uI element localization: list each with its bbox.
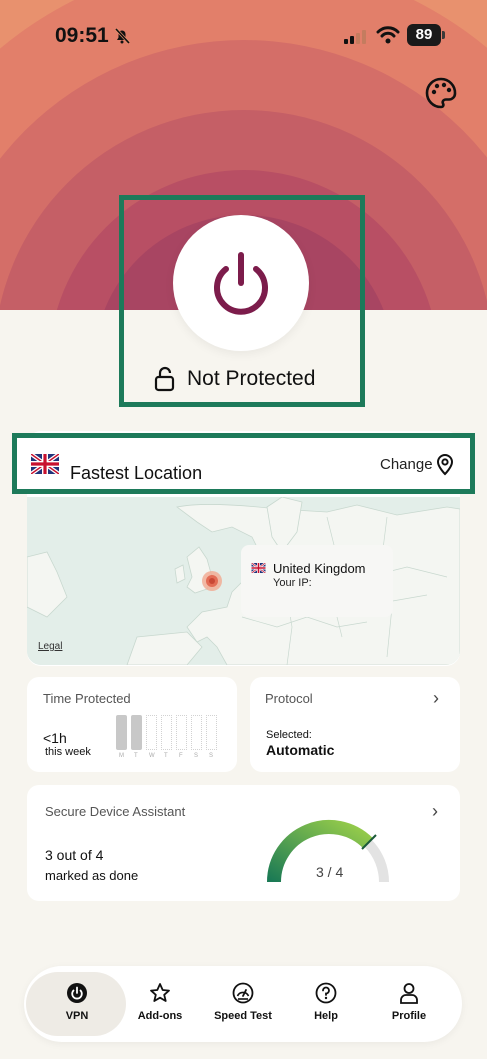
help-icon: [315, 982, 337, 1004]
change-location-link[interactable]: Change: [380, 456, 433, 473]
nav-item-vpn[interactable]: VPN: [34, 966, 120, 1042]
assistant-progress-sub: marked as done: [45, 868, 139, 883]
day-bar: [146, 715, 157, 750]
day-label: S: [194, 753, 199, 759]
protocol-title: Protocol: [265, 691, 313, 706]
day-bar: [131, 715, 142, 750]
power-icon: [67, 983, 87, 1003]
nav-label: Add-ons: [137, 1010, 183, 1022]
day-bar: [176, 715, 187, 750]
star-icon: [150, 983, 170, 1002]
day-bar: [161, 715, 172, 750]
nav-label: Profile: [391, 1010, 427, 1022]
connect-button[interactable]: [173, 215, 309, 351]
protection-status: Not Protected: [153, 366, 315, 392]
nav-label: Speed Test: [214, 1010, 272, 1022]
location-marker-icon: [202, 571, 222, 591]
person-icon: [400, 983, 418, 1004]
bell-muted-icon: [114, 27, 131, 45]
unlocked-padlock-icon: [154, 366, 175, 392]
chevron-right-icon: ›: [432, 801, 438, 821]
time-protected-value: <1h: [43, 730, 67, 746]
time-protected-period: this week: [45, 746, 91, 758]
day-label: W: [149, 753, 155, 759]
chevron-right-icon: ›: [433, 688, 439, 708]
cellular-signal-icon: [344, 30, 366, 44]
day-label: S: [209, 753, 214, 759]
map-country: United Kingdom: [273, 561, 366, 576]
time-protected-title: Time Protected: [43, 691, 131, 706]
bottom-nav: VPN Add-ons Speed Test Help Profile: [24, 966, 462, 1042]
clock-time: 09:51: [55, 24, 109, 47]
day-bar: [116, 715, 127, 750]
protocol-selected-label: Selected:: [266, 729, 312, 741]
day-label: F: [179, 753, 183, 759]
nav-item-speed-test[interactable]: Speed Test: [200, 966, 286, 1042]
battery-tip: [442, 31, 445, 39]
location-popup: [241, 545, 393, 617]
wifi-icon: [376, 26, 400, 44]
legal-link[interactable]: Legal: [38, 641, 62, 652]
power-icon: [214, 252, 268, 315]
day-bar: [191, 715, 202, 750]
speedometer-icon: [232, 982, 254, 1004]
uk-flag-small-icon: [251, 563, 266, 573]
uk-flag-icon: [31, 454, 59, 474]
secure-device-assistant-card[interactable]: [27, 785, 460, 901]
nav-item-profile[interactable]: Profile: [366, 966, 452, 1042]
nav-item-add-ons[interactable]: Add-ons: [117, 966, 203, 1042]
nav-item-help[interactable]: Help: [283, 966, 369, 1042]
location-pin-icon[interactable]: [436, 454, 454, 476]
location-title: Fastest Location: [70, 463, 203, 483]
palette-icon[interactable]: [423, 75, 459, 111]
day-label: M: [119, 753, 124, 759]
status-bar: 09:51 89: [0, 0, 487, 60]
day-label: T: [134, 753, 138, 759]
map-ip-label: Your IP:: [273, 577, 312, 589]
day-label: T: [164, 753, 168, 759]
protection-status-label: Not Protected: [187, 367, 316, 390]
day-bar: [206, 715, 217, 750]
battery-level: 89: [407, 24, 441, 46]
nav-label: Help: [314, 1010, 338, 1022]
gauge-label: 3 / 4: [316, 864, 344, 880]
assistant-title: Secure Device Assistant: [45, 804, 186, 819]
nav-label: VPN: [65, 1010, 89, 1022]
protocol-value: Automatic: [266, 742, 335, 758]
assistant-progress-text: 3 out of 4: [45, 847, 104, 863]
